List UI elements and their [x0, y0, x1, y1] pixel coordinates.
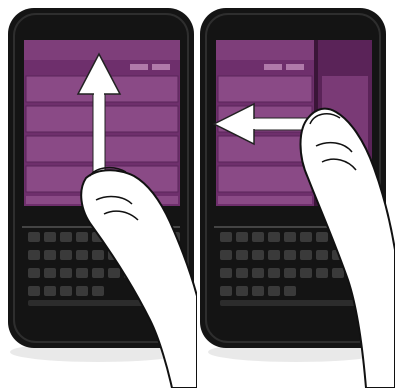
list-row — [217, 75, 313, 103]
list-row — [217, 165, 313, 193]
header-tab-2 — [286, 64, 304, 70]
swipe-up-illustration — [0, 0, 197, 388]
list-row-partial — [218, 196, 312, 204]
header-tab-1 — [264, 64, 282, 70]
screen-header — [24, 40, 180, 60]
header-tab-1 — [130, 64, 148, 70]
phone-swipe-left-graphic — [200, 8, 395, 388]
swipe-left-illustration — [198, 0, 395, 388]
screen-list — [217, 75, 313, 204]
list-row — [217, 135, 313, 163]
header-tab-2 — [152, 64, 170, 70]
screen-header — [216, 40, 314, 60]
phone-swipe-up-graphic — [8, 8, 197, 388]
